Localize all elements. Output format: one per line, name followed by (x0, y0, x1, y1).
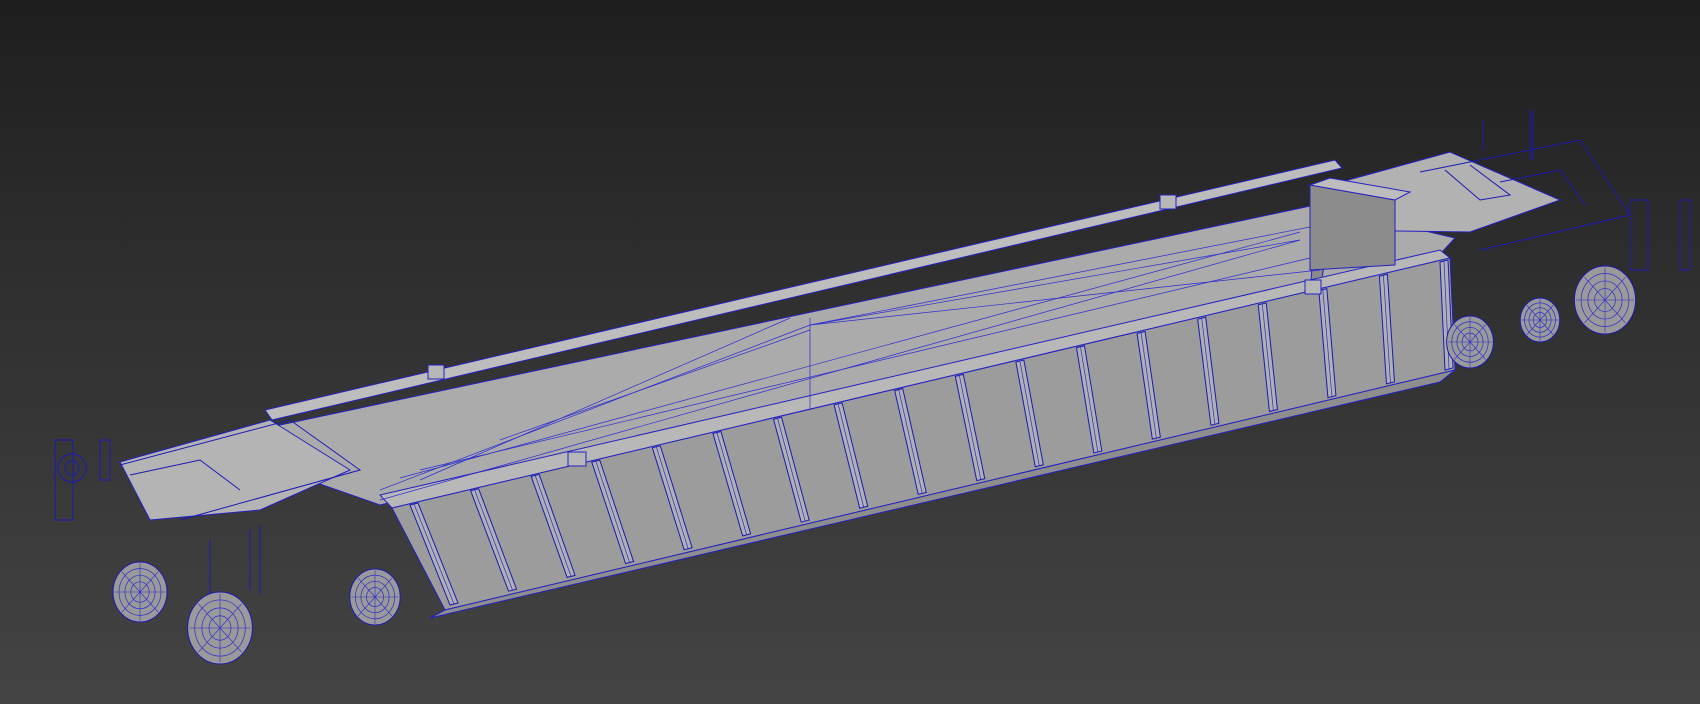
railcar-model[interactable] (0, 0, 1700, 704)
wheel (1446, 315, 1494, 369)
3d-viewport[interactable] (0, 0, 1700, 704)
wheel (112, 561, 168, 623)
wheel (187, 591, 253, 665)
wheel (349, 568, 401, 626)
wheel (1519, 297, 1561, 343)
wheel (1573, 265, 1637, 335)
